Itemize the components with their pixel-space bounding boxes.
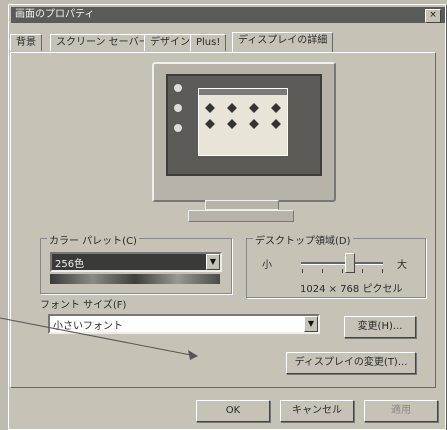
- annotation-arrow: [0, 317, 198, 360]
- tab-display-details[interactable]: ディスプレイの詳細: [232, 32, 334, 52]
